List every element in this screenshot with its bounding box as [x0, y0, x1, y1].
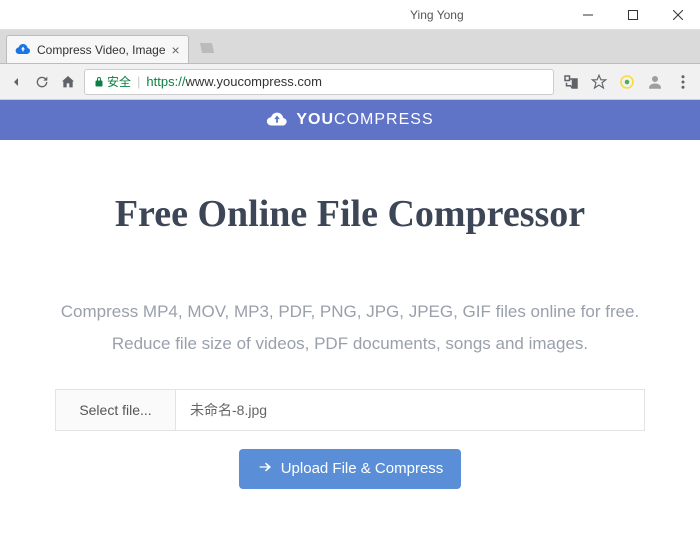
menu-icon[interactable]: [674, 73, 692, 91]
page-title: Free Online File Compressor: [30, 192, 670, 236]
window-controls: [565, 0, 700, 30]
nav-icons: [8, 74, 76, 90]
brand-part2: COMPRESS: [334, 111, 434, 128]
tab-favicon-icon: [15, 42, 31, 58]
upload-button-label: Upload File & Compress: [281, 460, 444, 477]
translate-icon[interactable]: [562, 73, 580, 91]
secure-indicator: 安全: [93, 73, 131, 90]
reload-button[interactable]: [34, 74, 50, 90]
profile-icon[interactable]: [646, 73, 664, 91]
home-button[interactable]: [60, 74, 76, 90]
upload-section: Upload File & Compress: [0, 449, 700, 509]
window-maximize-button[interactable]: [610, 0, 655, 30]
toolbar-right-icons: [562, 73, 692, 91]
tab-title: Compress Video, Image: [37, 43, 166, 57]
brand-part1: YOU: [296, 111, 334, 128]
url-host: www.youcompress.com: [185, 74, 322, 89]
new-tab-button[interactable]: [195, 37, 219, 61]
bookmark-star-icon[interactable]: [590, 73, 608, 91]
extension-icon[interactable]: [618, 73, 636, 91]
window-titlebar: Ying Yong: [0, 0, 700, 30]
url-text: https://www.youcompress.com: [146, 74, 322, 89]
window-user-label: Ying Yong: [410, 8, 464, 22]
arrow-right-icon: [257, 459, 273, 479]
hero-section: Free Online File Compressor: [0, 140, 700, 246]
brand-cloud-icon: [266, 112, 288, 128]
brand-text: YOUCOMPRESS: [296, 111, 433, 129]
window-minimize-button[interactable]: [565, 0, 610, 30]
page-description: Compress MP4, MOV, MP3, PDF, PNG, JPG, J…: [0, 246, 700, 381]
back-button[interactable]: [8, 74, 24, 90]
page-viewport[interactable]: YOUCOMPRESS Free Online File Compressor …: [0, 100, 700, 537]
address-bar[interactable]: 安全 | https://www.youcompress.com: [84, 69, 554, 95]
site-header: YOUCOMPRESS: [0, 100, 700, 140]
tab-close-icon[interactable]: ×: [172, 42, 180, 58]
selected-filename[interactable]: 未命名-8.jpg: [176, 390, 644, 430]
window-close-button[interactable]: [655, 0, 700, 30]
secure-label: 安全: [107, 73, 131, 90]
lock-icon: [93, 76, 105, 88]
browser-toolbar: 安全 | https://www.youcompress.com: [0, 64, 700, 100]
browser-tab[interactable]: Compress Video, Image ×: [6, 35, 189, 63]
upload-compress-button[interactable]: Upload File & Compress: [239, 449, 462, 489]
browser-tabstrip: Compress Video, Image ×: [0, 30, 700, 64]
file-select-row: Select file... 未命名-8.jpg: [55, 389, 645, 431]
url-protocol: https://: [146, 74, 185, 89]
select-file-button[interactable]: Select file...: [56, 390, 176, 430]
